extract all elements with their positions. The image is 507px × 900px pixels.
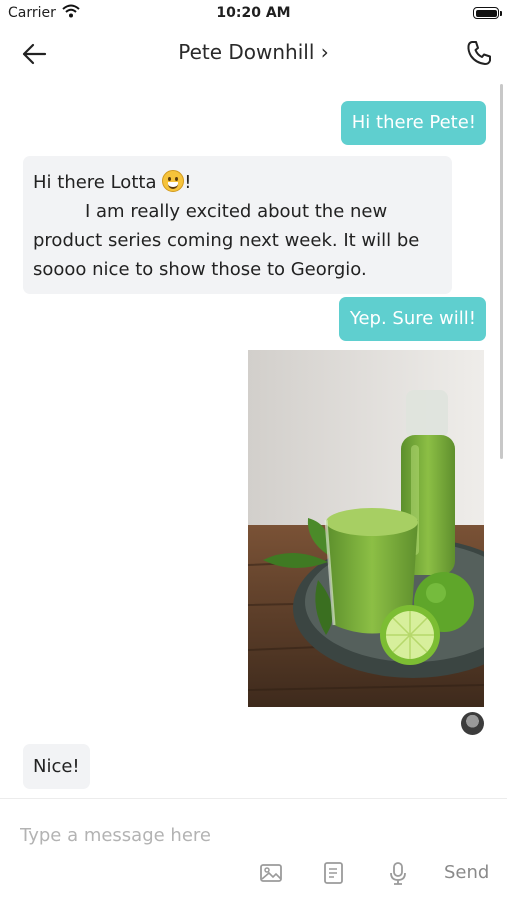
battery-icon: [473, 7, 499, 19]
phone-icon[interactable]: [465, 39, 493, 67]
status-bar: Carrier 10:20 AM: [0, 0, 507, 28]
message-input[interactable]: [20, 818, 480, 852]
avatar: [461, 712, 484, 735]
image-icon[interactable]: [258, 860, 284, 886]
contact-name[interactable]: Pete Downhill ›: [0, 40, 507, 64]
microphone-icon[interactable]: [385, 860, 411, 886]
scrollbar[interactable]: [500, 84, 503, 459]
composer-divider: [0, 798, 507, 799]
message-incoming[interactable]: Nice!: [23, 744, 90, 789]
send-button[interactable]: Send: [444, 862, 489, 883]
battery-tip: [500, 11, 502, 16]
smoothie-photo[interactable]: [248, 350, 484, 707]
chat-header: Pete Downhill ›: [0, 28, 507, 78]
clock: 10:20 AM: [216, 5, 291, 21]
message-greeting: Hi there Lotta: [33, 172, 157, 193]
grinning-face-emoji-icon: [162, 170, 185, 192]
message-greeting-end: !: [184, 172, 192, 193]
document-icon[interactable]: [321, 860, 347, 886]
message-body: I am really excited about the new produc…: [33, 201, 420, 280]
message-outgoing[interactable]: Hi there Pete!: [340, 101, 486, 145]
message-incoming[interactable]: Hi there Lotta ! I am really excited abo…: [23, 156, 452, 294]
message-outgoing[interactable]: Yep. Sure will!: [338, 297, 486, 341]
